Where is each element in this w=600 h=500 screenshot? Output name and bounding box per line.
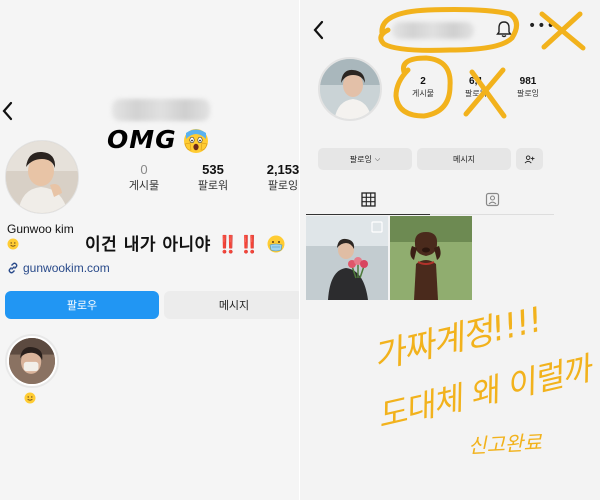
following-dropdown-button[interactable]: 팔로잉 ⌵: [318, 148, 412, 170]
posts-count-value: 0: [140, 162, 148, 177]
message-button[interactable]: 메시지: [164, 291, 300, 319]
posts-count[interactable]: 2 게시물: [403, 76, 443, 99]
fake-profile-screenshot: OMG 0 게시물 535 팔로워 2,153 팔로잉 Gunwoo kim 이…: [0, 0, 300, 500]
profile-avatar[interactable]: [318, 57, 382, 121]
add-user-button[interactable]: [516, 148, 543, 170]
profile-avatar[interactable]: [5, 140, 79, 214]
chevron-down-icon: ⌵: [374, 154, 381, 163]
followers-count-value: 535: [202, 162, 224, 177]
following-button-label: 팔로잉: [349, 154, 372, 164]
back-arrow-icon[interactable]: [312, 20, 326, 42]
blurred-username: [392, 22, 474, 39]
smiley-face-icon: [24, 392, 36, 404]
following-count-label: 팔로잉: [516, 89, 540, 98]
bio-message: 이건 내가 아니야: [85, 235, 211, 255]
smiley-face-icon: [7, 238, 19, 250]
following-count[interactable]: 981 팔로잉: [505, 76, 551, 99]
post-thumbnail-flowers[interactable]: [306, 216, 388, 300]
omg-caption: OMG: [107, 125, 177, 154]
bio-text: 이건 내가 아니야 ‼️‼️: [85, 230, 285, 255]
profile-link-text: gunwookim.com: [23, 261, 110, 275]
add-user-icon: [524, 154, 535, 163]
screaming-face-icon: [184, 129, 208, 153]
message-button[interactable]: 메시지: [417, 148, 511, 170]
posts-count[interactable]: 0 게시물: [122, 162, 166, 193]
tab-posts-grid[interactable]: [306, 185, 430, 215]
followers-count-value: 6,1: [469, 76, 483, 87]
back-arrow-icon[interactable]: [0, 98, 14, 124]
grid-icon: [360, 192, 376, 207]
followers-count[interactable]: 535 팔로워: [190, 162, 236, 193]
following-count-label: 팔로잉: [267, 179, 299, 192]
followers-count-label: 팔로워: [464, 89, 488, 98]
story-annotated-screenshot: ••• 2 게시물 6,1 팔로워 981 팔로잉 팔로잉 ⌵ 메시지 가짜계정…: [300, 0, 600, 500]
following-count-value: 2,153: [266, 162, 300, 177]
bio-exclamations: ‼️‼️: [217, 235, 261, 255]
mask-face-icon: [267, 235, 285, 253]
follow-button[interactable]: 팔로우: [5, 291, 159, 319]
story-highlight[interactable]: [5, 334, 59, 388]
posts-count-value: 2: [420, 76, 426, 87]
profile-name: Gunwoo kim: [7, 222, 74, 236]
profile-link[interactable]: gunwookim.com: [7, 261, 110, 275]
more-options-icon[interactable]: •••: [528, 18, 556, 34]
following-count-value: 981: [519, 76, 537, 87]
posts-count-label: 게시물: [411, 89, 435, 98]
tagged-person-icon: [485, 192, 499, 207]
bell-icon[interactable]: [496, 20, 512, 38]
posts-count-label: 게시물: [128, 179, 160, 192]
tab-tagged[interactable]: [430, 185, 554, 215]
link-icon: [8, 262, 18, 274]
followers-count[interactable]: 6,1 팔로워: [453, 76, 499, 99]
post-thumbnail-dog[interactable]: [390, 216, 472, 300]
blurred-username: [112, 99, 210, 121]
annotation-reported: 신고완료: [467, 430, 543, 458]
followers-count-label: 팔로워: [197, 179, 229, 192]
following-count[interactable]: 2,153 팔로잉: [258, 162, 300, 193]
